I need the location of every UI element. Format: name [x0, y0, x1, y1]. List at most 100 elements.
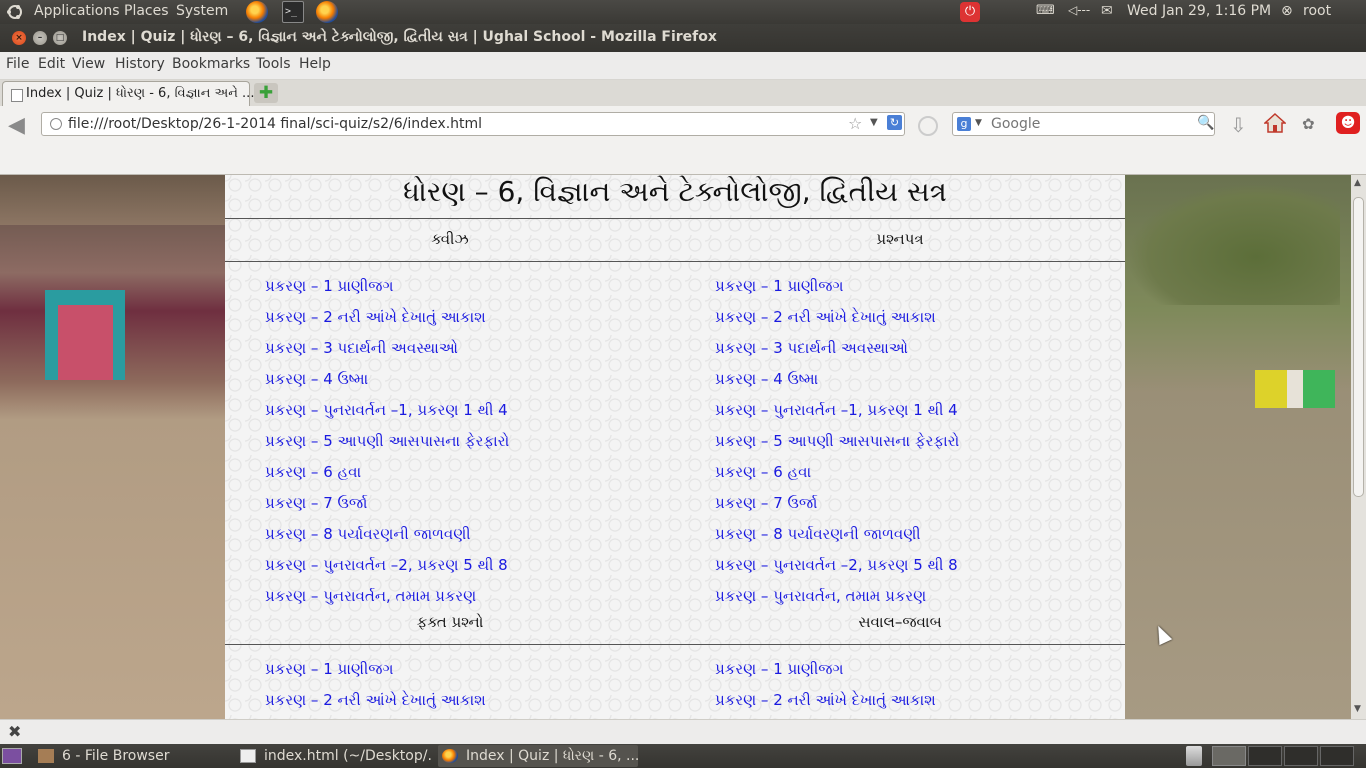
google-engine-icon[interactable]: g — [957, 117, 971, 131]
question-paper-link[interactable]: પ્રકરણ – 2 નરી આંખે દેખાતું આકાશ — [715, 308, 936, 326]
questions-only-link[interactable]: પ્રકરણ – 2 નરી આંખે દેખાતું આકાશ — [265, 691, 486, 709]
user-name[interactable]: root — [1303, 3, 1331, 19]
workspace-switcher-4[interactable] — [1320, 746, 1354, 766]
stop-icon[interactable] — [918, 116, 938, 136]
keyboard-icon[interactable]: ⌨ — [1036, 3, 1055, 18]
question-paper-link[interactable]: પ્રકરણ – પુનરાવર્તન –2, પ્રકરણ 5 થી 8 — [715, 556, 958, 574]
workspace-switcher-3[interactable] — [1284, 746, 1318, 766]
quiz-link[interactable]: પ્રકરણ – 6 હવા — [265, 463, 361, 481]
menu-edit[interactable]: Edit — [38, 56, 65, 72]
menu-history[interactable]: History — [115, 56, 165, 72]
smiley-addon-icon[interactable]: ☻ — [1336, 112, 1360, 134]
taskbar-item-firefox[interactable]: Index | Quiz | ધોરણ - 6, ... — [438, 745, 638, 767]
menu-tools[interactable]: Tools — [256, 56, 291, 72]
window-maximize-button[interactable]: □ — [53, 31, 67, 45]
questions-only-link-list: પ્રકરણ – 1 પ્રાણીજગ પ્રકરણ – 2 નરી આંખે … — [265, 658, 486, 719]
home-icon[interactable] — [1264, 112, 1286, 134]
engine-dropdown-icon[interactable]: ▼ — [975, 118, 982, 128]
taskbar-item-file-browser[interactable]: 6 - File Browser — [34, 745, 230, 767]
history-dropdown-icon[interactable]: ▼ — [870, 117, 878, 128]
power-icon[interactable]: ⏻ — [960, 2, 980, 22]
bottom-panel: 6 - File Browser index.html (~/Desktop/.… — [0, 744, 1366, 768]
user-switch-icon[interactable]: ⊗ — [1281, 3, 1293, 19]
window-titlebar[interactable]: × – □ Index | Quiz | ધોરણ – 6, વિજ્ઞાન અ… — [0, 24, 1366, 52]
url-bar[interactable]: file:///root/Desktop/26-1-2014 final/sci… — [41, 112, 905, 136]
tab-index-quiz[interactable]: Index | Quiz | ધોરણ - 6, વિજ્ઞાન અને ... — [2, 81, 254, 106]
quiz-link[interactable]: પ્રકરણ – 5 આપણી આસપાસના ફેરફારો — [265, 432, 509, 450]
background-photo-left — [0, 175, 225, 719]
list-item: પ્રકરણ – 6 હવા — [715, 461, 959, 492]
column-header-question-paper: પ્રશ્નપત્ર — [876, 230, 924, 248]
page-content[interactable]: ધોરણ – 6, વિજ્ઞાન અને ટેક્નોલોજી, દ્વિતી… — [0, 175, 1351, 719]
clock[interactable]: Wed Jan 29, 1:16 PM — [1127, 3, 1271, 19]
quiz-link[interactable]: પ્રકરણ – 4 ઉષ્મા — [265, 370, 368, 388]
menubar: File Edit View History Bookmarks Tools H… — [0, 52, 1366, 80]
scroll-up-arrow-icon[interactable]: ▲ — [1354, 178, 1361, 188]
site-identity-icon[interactable] — [50, 118, 62, 130]
download-icon[interactable]: ⇩ — [1230, 113, 1247, 137]
system-menu[interactable]: System — [176, 3, 228, 19]
question-answer-link[interactable]: પ્રકરણ – 1 પ્રાણીજગ — [715, 660, 843, 678]
menu-file[interactable]: File — [6, 56, 29, 72]
search-input[interactable] — [989, 115, 1193, 133]
search-icon[interactable]: 🔍 — [1197, 115, 1214, 131]
quiz-link[interactable]: પ્રકરણ – 7 ઉર્જા — [265, 494, 367, 512]
taskbar-item-text-editor[interactable]: index.html (~/Desktop/... — [236, 745, 432, 767]
list-item: પ્રકરણ – પુનરાવર્તન, તમામ પ્રકરણ — [715, 585, 959, 616]
question-paper-link[interactable]: પ્રકરણ – 3 પદાર્થની અવસ્થાઓ — [715, 339, 908, 357]
quiz-link[interactable]: પ્રકરણ – 8 પર્યાવરણની જાળવણી — [265, 525, 471, 543]
menu-help[interactable]: Help — [299, 56, 331, 72]
menu-view[interactable]: View — [72, 56, 105, 72]
firefox-launcher-icon-2[interactable] — [316, 1, 338, 23]
list-item: પ્રકરણ – પુનરાવર્તન –2, પ્રકરણ 5 થી 8 — [265, 554, 509, 585]
question-answer-link[interactable]: પ્રકરણ – 2 નરી આંખે દેખાતું આકાશ — [715, 691, 936, 709]
volume-indicator[interactable]: ◁--- — [1068, 3, 1090, 17]
question-paper-link[interactable]: પ્રકરણ – 8 પર્યાવરણની જાળવણી — [715, 525, 921, 543]
list-item: પ્રકરણ – 5 આપણી આસપાસના ફેરફારો — [715, 430, 959, 461]
quiz-link[interactable]: પ્રકરણ – 1 પ્રાણીજગ — [265, 277, 393, 295]
question-paper-link[interactable]: પ્રકરણ – 1 પ્રાણીજગ — [715, 277, 843, 295]
ubuntu-logo-icon[interactable] — [6, 3, 24, 21]
terminal-launcher-icon[interactable]: >_ — [282, 1, 304, 23]
new-tab-button[interactable]: ✚ — [254, 83, 278, 103]
question-paper-link[interactable]: પ્રકરણ – 4 ઉષ્મા — [715, 370, 818, 388]
menu-bookmarks[interactable]: Bookmarks — [172, 56, 250, 72]
question-paper-link[interactable]: પ્રકરણ – પુનરાવર્તન, તમામ પ્રકરણ — [715, 587, 926, 605]
firefox-icon — [442, 749, 458, 763]
text-editor-icon — [240, 749, 256, 763]
window-minimize-button[interactable]: – — [33, 31, 47, 45]
question-paper-link[interactable]: પ્રકરણ – 7 ઉર્જા — [715, 494, 817, 512]
list-item: પ્રકરણ – 1 પ્રાણીજગ — [715, 658, 936, 689]
back-arrow-icon[interactable]: ◀ — [8, 113, 25, 138]
list-item: પ્રકરણ – 2 નરી આંખે દેખાતું આકાશ — [265, 689, 486, 719]
applications-menu[interactable]: Applications — [34, 3, 120, 19]
firefox-launcher-icon[interactable] — [246, 1, 268, 23]
list-item: પ્રકરણ – 2 નરી આંખે દેખાતું આકાશ — [265, 306, 509, 337]
scrollbar-thumb[interactable] — [1353, 197, 1364, 497]
show-desktop-icon[interactable] — [2, 748, 22, 764]
bookmark-star-icon[interactable]: ☆ — [848, 114, 862, 133]
window-close-button[interactable]: × — [12, 31, 26, 45]
quiz-link[interactable]: પ્રકરણ – પુનરાવર્તન –1, પ્રકરણ 1 થી 4 — [265, 401, 508, 419]
close-icon[interactable]: ✖ — [8, 722, 21, 741]
quiz-link[interactable]: પ્રકરણ – પુનરાવર્તન, તમામ પ્રકરણ — [265, 587, 476, 605]
search-bar[interactable]: g ▼ 🔍 — [952, 112, 1215, 136]
reload-icon[interactable]: ↻ — [887, 115, 902, 130]
scroll-down-arrow-icon[interactable]: ▼ — [1354, 704, 1361, 714]
quiz-link[interactable]: પ્રકરણ – 2 નરી આંખે દેખાતું આકાશ — [265, 308, 486, 326]
question-paper-link[interactable]: પ્રકરણ – પુનરાવર્તન –1, પ્રકરણ 1 થી 4 — [715, 401, 958, 419]
question-paper-link[interactable]: પ્રકરણ – 6 હવા — [715, 463, 811, 481]
mail-icon[interactable]: ✉ — [1101, 3, 1113, 19]
quiz-link[interactable]: પ્રકરણ – 3 પદાર્થની અવસ્થાઓ — [265, 339, 458, 357]
vertical-scrollbar[interactable]: ▲ ▼ — [1351, 175, 1366, 719]
questions-only-link[interactable]: પ્રકરણ – 1 પ્રાણીજગ — [265, 660, 393, 678]
trash-icon[interactable] — [1186, 746, 1202, 766]
quiz-link[interactable]: પ્રકરણ – પુનરાવર્તન –2, પ્રકરણ 5 થી 8 — [265, 556, 508, 574]
workspace-switcher-2[interactable] — [1248, 746, 1282, 766]
url-text[interactable]: file:///root/Desktop/26-1-2014 final/sci… — [68, 116, 482, 132]
places-menu[interactable]: Places — [124, 3, 169, 19]
question-paper-link[interactable]: પ્રકરણ – 5 આપણી આસપાસના ફેરફારો — [715, 432, 959, 450]
divider — [225, 644, 1125, 645]
workspace-switcher-1[interactable] — [1212, 746, 1246, 766]
addon-icon[interactable]: ✿ — [1302, 115, 1315, 133]
